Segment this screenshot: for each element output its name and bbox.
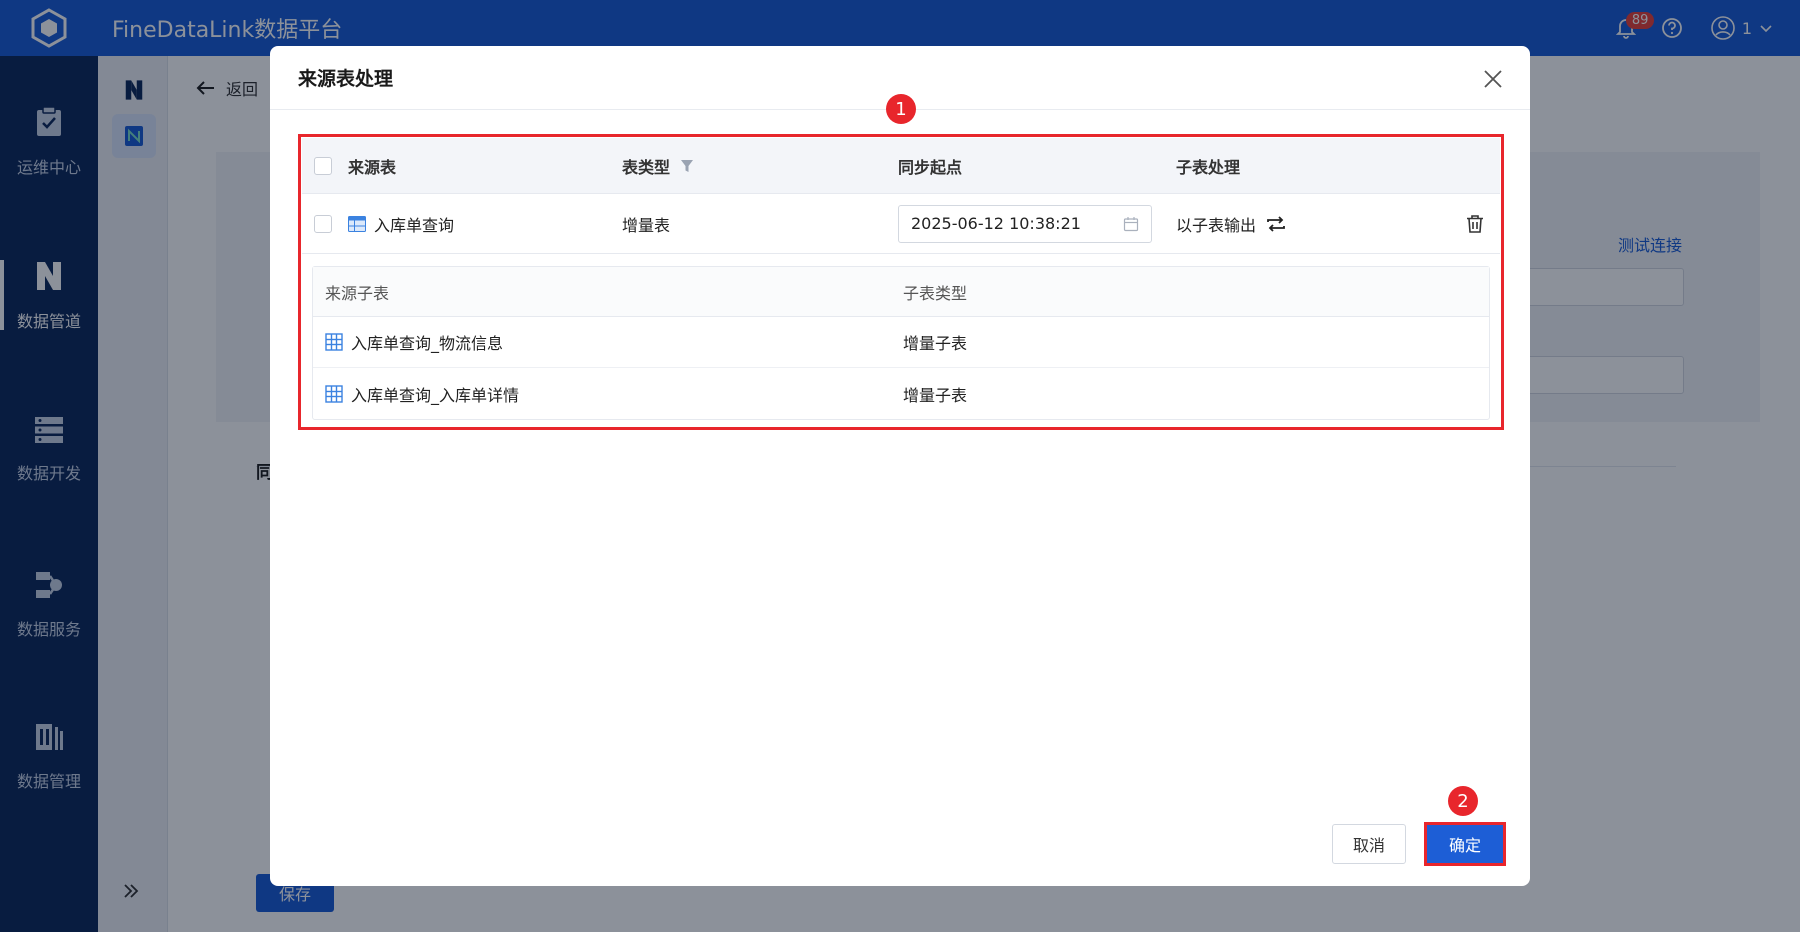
step-marker-2: 2: [1448, 786, 1478, 816]
highlight-box-2: 确定: [1424, 822, 1506, 866]
close-icon: [1484, 70, 1502, 88]
close-button[interactable]: [1480, 66, 1506, 92]
step-marker-1: 1: [886, 94, 916, 124]
confirm-button[interactable]: 确定: [1427, 825, 1503, 863]
highlight-box-1: [298, 134, 1504, 430]
modal-title: 来源表处理: [298, 68, 394, 90]
source-table-modal: 来源表处理 来源表 表类型 同步起点 子表处理 入库单查询 增量表 2025-0…: [270, 46, 1530, 886]
cancel-button[interactable]: 取消: [1332, 824, 1406, 864]
